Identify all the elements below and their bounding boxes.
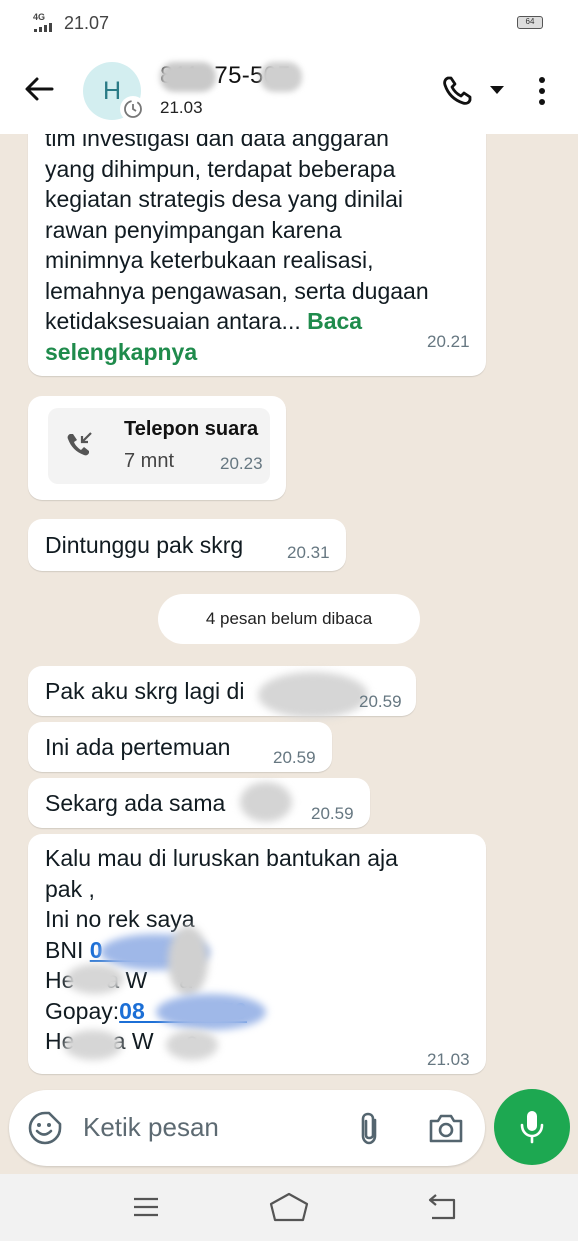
incoming-call-icon [67,432,92,456]
message-line: Kalu mau di luruskan bantukan aja [45,845,398,871]
call-duration: 7 mnt [124,450,175,472]
dropdown-caret-icon[interactable] [490,86,504,94]
message-line: pak , [45,875,95,902]
redaction-blur [66,964,124,994]
paperclip-icon[interactable] [355,1110,385,1146]
message-time: 21.03 [427,1050,470,1069]
message-bubble[interactable]: Dintunggu pak skrg 20.31 [28,519,346,571]
message-text: tim investigasi dan data anggaran yang d… [45,134,429,365]
message-input[interactable]: Ketik pesan [83,1112,219,1143]
message-text: Pak aku skrg lagi di [45,678,245,704]
system-nav-bar [0,1174,578,1241]
redaction-blur [156,994,266,1030]
chat-header: H 811- 75-505 21.03 [0,46,578,134]
redaction-blur [160,62,216,92]
redaction-blur [240,782,292,822]
battery-icon: 64 [517,16,543,29]
message-bubble[interactable]: Kalu mau di luruskan bantukan aja pak , … [28,834,486,1074]
more-vert-icon[interactable] [530,74,554,108]
unread-divider: 4 pesan belum dibaca [158,594,420,644]
microphone-icon [520,1111,544,1144]
redaction-blur [168,926,208,996]
message-time: 20.59 [311,804,354,823]
redaction-blur [260,62,302,92]
message-bubble[interactable]: Ini ada pertemuan 20.59 [28,722,332,772]
message-time: 20.59 [273,748,316,767]
message-line: Ini no rek saya [45,906,195,932]
phone-icon[interactable] [440,74,474,108]
call-card[interactable]: Telepon suara 7 mnt 20.23 [48,408,270,484]
status-time: 21.07 [64,13,110,33]
message-bubble[interactable]: Pak aku skrg lagi di 20.59 [28,666,416,718]
message-text: Dintunggu pak skrg [45,532,244,558]
redaction-blur [258,672,368,718]
call-bubble[interactable]: Telepon suara 7 mnt 20.23 [28,396,286,500]
message-bubble[interactable]: Sekarg ada sama 20.59 [28,778,370,828]
voice-record-button[interactable] [494,1089,570,1165]
back-arrow-icon[interactable] [22,72,56,106]
camera-icon[interactable] [427,1110,465,1146]
bank-label: BNI [45,936,90,963]
call-title: Telepon suara [124,418,259,440]
chat-area[interactable]: tim investigasi dan data anggaran yang d… [0,134,578,1174]
network-type: 4G [33,12,46,22]
message-time: 20.31 [287,543,330,562]
message-time: 20.23 [220,454,263,473]
message-text: Ini ada pertemuan [45,734,231,760]
nav-menu-icon[interactable] [131,1192,161,1222]
gopay-label: Gopay: [45,997,120,1024]
redaction-blur [166,1030,218,1060]
redaction-blur [64,1030,122,1060]
emoji-icon[interactable] [27,1110,63,1146]
nav-home-icon[interactable] [268,1190,310,1224]
contact-subtitle: 21.03 [160,98,203,117]
signal-icon [34,22,60,32]
disappearing-timer-icon [120,96,146,122]
message-time: 20.21 [427,332,470,351]
message-bubble[interactable]: tim investigasi dan data anggaran yang d… [28,134,486,376]
message-composer[interactable]: Ketik pesan [9,1090,485,1166]
nav-back-icon[interactable] [424,1192,458,1222]
message-time: 20.59 [359,692,402,711]
message-text: Sekarg ada sama [45,790,226,816]
status-bar: 4G 21.07 64 [0,0,578,46]
